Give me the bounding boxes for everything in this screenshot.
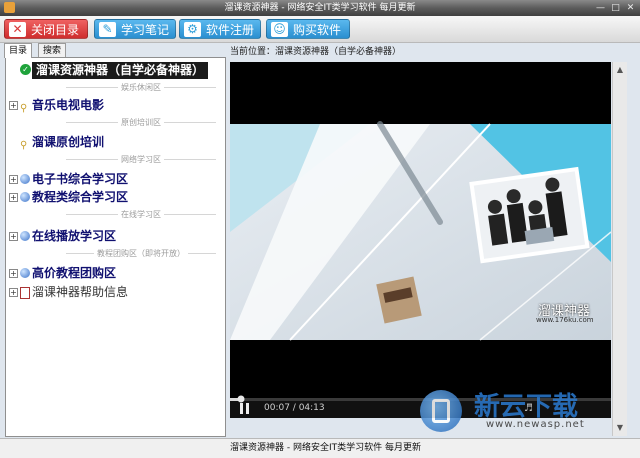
expand-icon[interactable]: + [9, 175, 18, 184]
tree-item-help[interactable]: + 溜课神器帮助信息 [6, 284, 224, 301]
study-notes-button[interactable]: ✎ 学习笔记 [94, 19, 176, 39]
toolbar: ✕ 关闭目录 ✎ 学习笔记 ⚙ 软件注册 ☺ 购买软件 [0, 16, 640, 43]
location-label: 当前位置： [230, 47, 276, 57]
window-title: 溜课资源神器 - 网络安全IT类学习软件 每月更新 [224, 3, 416, 13]
status-text: 溜课资源神器 - 网络安全IT类学习软件 每月更新 [230, 443, 421, 453]
tree-item-help-label: 溜课神器帮助信息 [32, 285, 129, 299]
separator-group-buy: 教程团购区（即将开放） [66, 248, 216, 258]
tab-directory[interactable]: 目录 [4, 43, 33, 58]
buy-software-label: 购买软件 [293, 23, 342, 37]
expand-icon[interactable]: + [9, 101, 18, 110]
separator-original: 原创培训区 [66, 117, 216, 127]
buy-software-button[interactable]: ☺ 购买软件 [266, 19, 350, 39]
help-doc-icon [20, 287, 30, 299]
study-notes-label: 学习笔记 [121, 23, 170, 37]
tab-search[interactable]: 搜索 [38, 43, 67, 58]
globe-icon [20, 192, 30, 202]
minimize-button[interactable]: — [594, 2, 607, 14]
separator-online: 在线学习区 [66, 209, 216, 219]
expand-icon[interactable]: + [9, 193, 18, 202]
expand-icon[interactable]: + [9, 288, 18, 297]
tree-item-group-buy[interactable]: + 高价教程团购区 [6, 265, 224, 282]
tree-item-music[interactable]: + ⚲ 音乐电视电影 [6, 97, 224, 114]
close-directory-button[interactable]: ✕ 关闭目录 [4, 19, 88, 39]
vertical-scrollbar[interactable]: ▲ ▼ [612, 62, 627, 436]
watermark-url: www.newasp.net [486, 419, 585, 430]
tree-root-label: 溜课资源神器（自学必备神器） [32, 62, 209, 79]
status-bar: 溜课资源神器 - 网络安全IT类学习软件 每月更新 [0, 438, 640, 458]
video-frame [230, 121, 611, 418]
users-icon: ☺ [271, 22, 288, 37]
video-player[interactable]: 溜课神器 www.176ku.com 00:07 / 04:13 ♬ [230, 62, 611, 418]
separator-network: 网络学习区 [66, 154, 216, 164]
close-x-icon: ✕ [9, 22, 26, 37]
globe-icon [20, 231, 30, 241]
breadcrumb: 当前位置：溜课资源神器（自学必备神器） [230, 44, 401, 57]
tree-item-ebook[interactable]: + 电子书综合学习区 [6, 171, 224, 188]
register-icon: ⚙ [184, 22, 201, 37]
register-label: 软件注册 [206, 23, 255, 37]
watermark-logo-icon [420, 390, 462, 432]
tree-item-original[interactable]: ⚲ 溜课原创培训 [6, 134, 224, 151]
watermark-name: 新云下载 [474, 392, 579, 422]
watermark: 新云下载 www.newasp.net [420, 386, 635, 436]
maximize-button[interactable]: □ [609, 2, 622, 14]
key-icon: ⚲ [20, 103, 28, 114]
tree-item-online[interactable]: + 在线播放学习区 [6, 228, 224, 245]
tree-root[interactable]: ✓ 溜课资源神器（自学必备神器） [6, 62, 224, 79]
register-button[interactable]: ⚙ 软件注册 [179, 19, 261, 39]
globe-icon [20, 268, 30, 278]
edit-icon: ✎ [99, 22, 116, 37]
location-path: 溜课资源神器（自学必备神器） [275, 47, 402, 57]
separator-entertainment: 娱乐休闲区 [66, 82, 216, 92]
time-readout: 00:07 / 04:13 [264, 403, 325, 413]
scroll-up-icon[interactable]: ▲ [614, 64, 626, 76]
close-button[interactable]: ✕ [624, 2, 637, 14]
globe-icon [20, 174, 30, 184]
expand-icon[interactable]: + [9, 232, 18, 241]
player-url: www.176ku.com [536, 316, 594, 324]
close-directory-label: 关闭目录 [31, 23, 80, 37]
check-icon: ✓ [20, 64, 31, 75]
pause-icon [240, 403, 243, 414]
expand-icon[interactable]: + [9, 269, 18, 278]
title-bar: 溜课资源神器 - 网络安全IT类学习软件 每月更新 — □ ✕ [0, 0, 640, 16]
tree-item-tutorial[interactable]: + 教程类综合学习区 [6, 189, 224, 206]
left-tabs: 目录 搜索 [4, 42, 226, 58]
directory-tree: ✓ 溜课资源神器（自学必备神器） 娱乐休闲区 + ⚲ 音乐电视电影 原创培训区 … [5, 57, 226, 437]
key-icon: ⚲ [20, 140, 28, 151]
pause-button[interactable] [240, 403, 250, 414]
